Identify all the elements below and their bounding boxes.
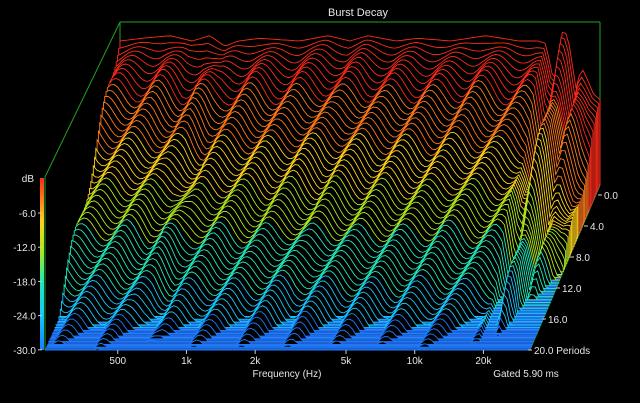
- x-axis-ticks: 500 1k 2k 5k 10k 20k: [109, 350, 492, 367]
- x-tick-label: 5k: [341, 356, 353, 367]
- z-tick-label: -24.0: [13, 312, 36, 323]
- chart-title: Burst Decay: [328, 7, 388, 19]
- decay-slices: [45, 31, 601, 351]
- z-tick-label: -30.0: [13, 346, 36, 357]
- x-tick-label: 1k: [181, 356, 193, 367]
- z-tick-label: -18.0: [13, 277, 36, 288]
- zaxis-label: dB: [22, 174, 35, 185]
- y-tick-label: 12.0: [562, 284, 582, 295]
- y-tick-label: 16.0: [548, 315, 568, 326]
- x-tick-label: 20k: [475, 356, 492, 367]
- z-tick-label: -6.0: [19, 209, 37, 220]
- z-tick-label: -12.0: [13, 243, 36, 254]
- x-tick-label: 2k: [250, 356, 262, 367]
- footnote: Gated 5.90 ms: [493, 369, 559, 380]
- x-tick-label: 500: [109, 356, 126, 367]
- z-axis-ticks: -6.0 -12.0 -18.0 -24.0 -30.0: [13, 209, 42, 357]
- x-tick-label: 10k: [407, 356, 424, 367]
- burst-decay-chart: Burst Decay dB -6.0-12.0-18.0-24.0-30.0 …: [13, 7, 618, 380]
- y-tick-label: 8.0: [576, 253, 590, 264]
- y-tick-label: 0.0: [604, 191, 618, 202]
- y-tick-label: 20.0 Periods: [534, 346, 590, 357]
- y-tick-label: 4.0: [590, 222, 604, 233]
- xaxis-label: Frequency (Hz): [253, 369, 322, 380]
- colorbar: [40, 178, 44, 350]
